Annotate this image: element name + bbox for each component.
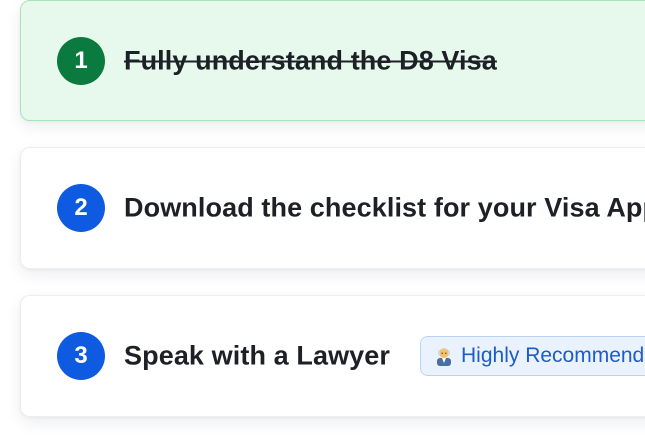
badge-label: Highly Recommended bbox=[461, 344, 645, 367]
step-number-1: 1 bbox=[57, 36, 105, 85]
visa-steps-checklist: 1 Fully understand the D8 Visa 2 Downloa… bbox=[0, 0, 645, 446]
step-number-2: 2 bbox=[57, 184, 105, 232]
step-number-3: 3 bbox=[57, 332, 105, 380]
step-card-1[interactable]: 1 Fully understand the D8 Visa bbox=[20, 0, 645, 121]
step-label-2: Download the checklist for your Visa App… bbox=[124, 192, 645, 223]
step-label-3: Speak with a Lawyer bbox=[124, 340, 391, 371]
step-card-3[interactable]: 3 Speak with a Lawyer Highly Recommended bbox=[20, 295, 645, 417]
step-card-2[interactable]: 2 Download the checklist for your Visa A… bbox=[20, 147, 645, 269]
highly-recommended-badge: Highly Recommended bbox=[420, 336, 645, 376]
step-label-1: Fully understand the D8 Visa bbox=[124, 45, 497, 75]
lawyer-emoji-icon bbox=[435, 346, 453, 366]
